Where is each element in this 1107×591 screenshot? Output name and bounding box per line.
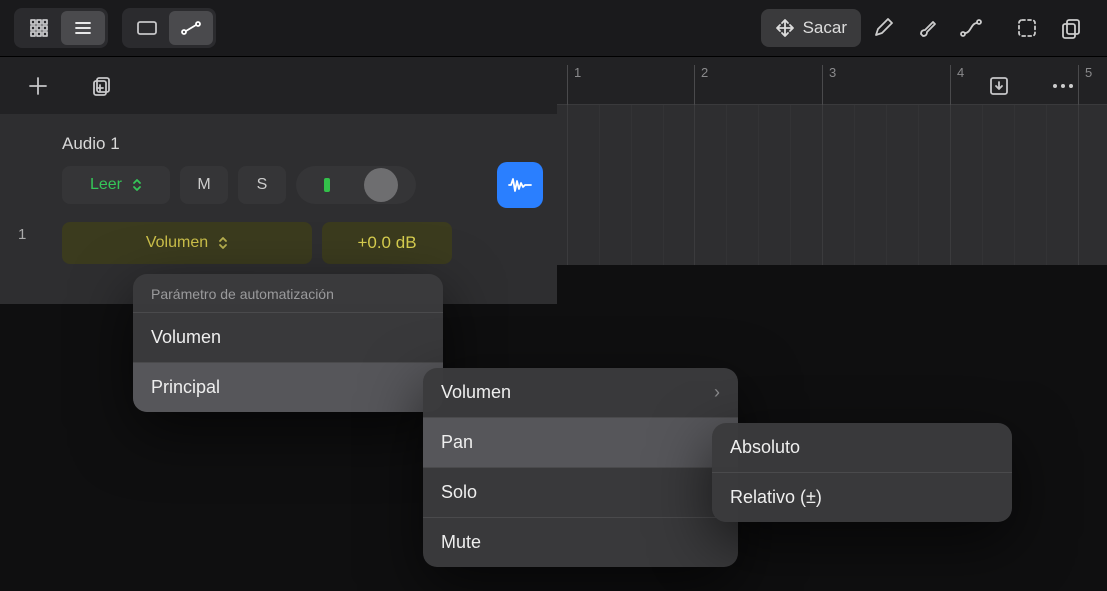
mute-button[interactable]: M: [180, 166, 228, 204]
region-view-button[interactable]: [125, 11, 169, 45]
automation-parameter-select[interactable]: Volumen: [62, 222, 312, 264]
submenu-item-volumen[interactable]: Volumen ›: [423, 368, 738, 417]
pan-option-relativo[interactable]: Relativo (±): [712, 472, 1012, 522]
menu-item-principal[interactable]: Principal: [133, 362, 443, 412]
marquee-tool-button[interactable]: [1005, 9, 1049, 47]
copy-tool-button[interactable]: [1049, 9, 1093, 47]
meter-indicator: [324, 178, 330, 192]
ruler-mark: 3: [822, 65, 836, 105]
menu-header: Parámetro de automatización: [133, 274, 443, 312]
grid-view-button[interactable]: [17, 11, 61, 45]
ruler-mark: 5: [1078, 65, 1092, 105]
volume-slider[interactable]: [296, 166, 416, 204]
submenu-item-solo[interactable]: Solo: [423, 467, 738, 517]
pencil-tool-button[interactable]: [861, 9, 905, 47]
slider-knob[interactable]: [364, 168, 398, 202]
menu-item-volumen[interactable]: Volumen: [133, 312, 443, 362]
brush-tool-button[interactable]: [905, 9, 949, 47]
pan-submenu: Absoluto Relativo (±): [712, 423, 1012, 522]
track-name[interactable]: Audio 1: [14, 124, 543, 162]
principal-submenu: Volumen › Pan Solo Mute: [423, 368, 738, 567]
automation-parameter-menu: Parámetro de automatización Volumen Prin…: [133, 274, 443, 412]
submenu-item-pan[interactable]: Pan: [423, 417, 738, 467]
automation-view-button[interactable]: [169, 11, 213, 45]
ruler-mark: 2: [694, 65, 708, 105]
timeline-grid[interactable]: [557, 105, 1107, 265]
chevron-updown-icon: [132, 178, 142, 192]
automation-mode-label: Leer: [90, 176, 122, 194]
duplicate-track-button[interactable]: [84, 68, 120, 104]
automation-mode-button[interactable]: Leer: [62, 166, 170, 204]
view-mode-group: [14, 8, 108, 48]
pan-option-absoluto[interactable]: Absoluto: [712, 423, 1012, 472]
automation-value-field[interactable]: +0.0 dB: [322, 222, 452, 264]
automation-value-label: +0.0 dB: [357, 233, 416, 253]
timeline-ruler[interactable]: 1 2 3 4 5: [557, 57, 1107, 105]
chevron-right-icon: ›: [714, 382, 720, 403]
ruler-mark: 1: [567, 65, 581, 105]
top-toolbar: Sacar: [0, 0, 1107, 57]
ruler-mark: 4: [950, 65, 964, 105]
input-monitor-button[interactable]: [497, 162, 543, 208]
track-mode-group: [122, 8, 216, 48]
curve-tool-button[interactable]: [949, 9, 993, 47]
submenu-item-mute[interactable]: Mute: [423, 517, 738, 567]
sacar-label: Sacar: [803, 18, 847, 38]
chevron-updown-icon: [218, 236, 228, 250]
automation-parameter-label: Volumen: [146, 234, 208, 252]
add-track-button[interactable]: [20, 68, 56, 104]
list-view-button[interactable]: [61, 11, 105, 45]
track-index: 1: [18, 226, 26, 243]
move-icon: [775, 18, 795, 38]
solo-button[interactable]: S: [238, 166, 286, 204]
sacar-button[interactable]: Sacar: [761, 9, 861, 47]
